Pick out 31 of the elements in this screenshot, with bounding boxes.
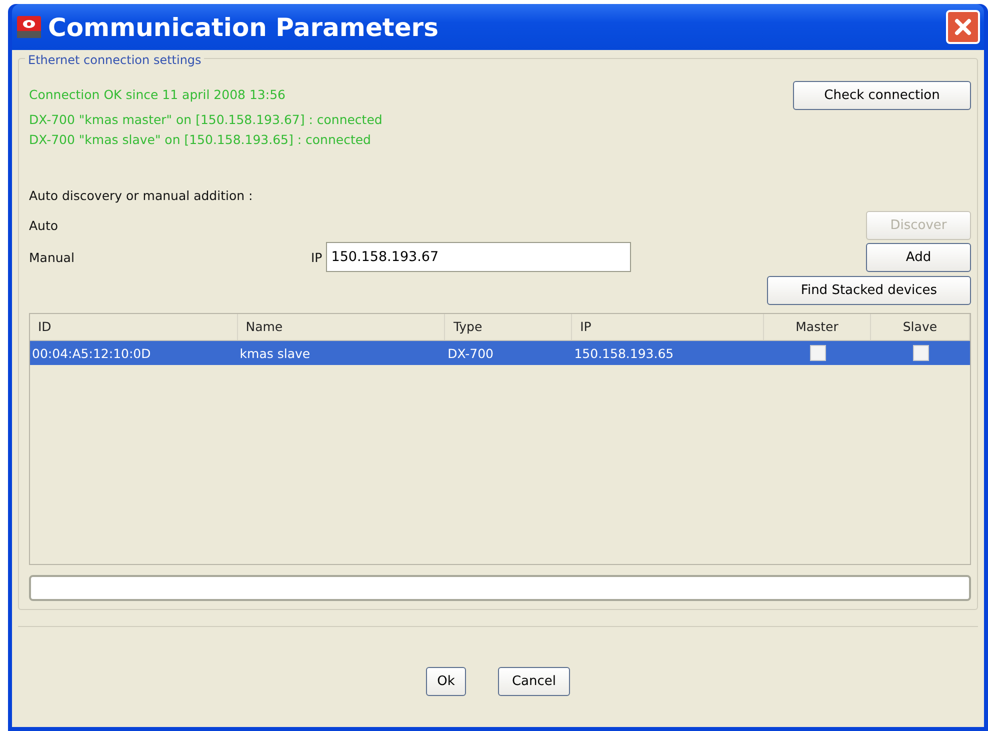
slave-checkbox[interactable] (912, 345, 929, 361)
column-header[interactable]: Master (764, 314, 871, 340)
column-header[interactable]: Slave (870, 314, 970, 340)
status-text: Connection OK since 11 april 2008 13:56 (29, 86, 286, 104)
ip-label: IP (311, 250, 322, 264)
cancel-button[interactable]: Cancel (498, 667, 570, 696)
column-header[interactable]: ID (30, 314, 238, 340)
table-cell-text: 150.158.193.65 (573, 346, 675, 360)
close-icon (953, 17, 973, 37)
add-button[interactable]: Add (866, 242, 971, 272)
app-icon (16, 15, 42, 39)
section-label: Auto discovery or manual addition : (29, 188, 254, 203)
find-stacked-devices-button[interactable]: Find Stacked devices (767, 276, 971, 305)
status-text: DX-700 "kmas master" on [150.158.193.67] : connected (29, 111, 382, 129)
close-button[interactable] (946, 10, 980, 44)
check-connection-button[interactable]: Check connection (793, 81, 971, 110)
auto-label: Auto (29, 218, 58, 233)
table-cell-text: 00:04:A5:12:10:0D (31, 346, 152, 360)
table-cell-text: kmas slave (238, 346, 312, 360)
manual-label: Manual (29, 250, 76, 264)
window-title: Communication Parameters (48, 12, 440, 42)
table-row[interactable]: 00:04:A5:12:10:0D kmas slave DX-700 150.158.193.65 (30, 341, 970, 365)
group-title: Ethernet connection settings (25, 53, 204, 67)
column-header[interactable]: IP (572, 314, 764, 340)
ok-button[interactable]: Ok (426, 667, 466, 696)
column-header[interactable]: Type (445, 314, 572, 340)
table-cell-text: DX-700 (446, 346, 494, 360)
ip-field[interactable]: 150.158.193.67 (326, 242, 632, 272)
status-text: DX-700 "kmas slave" on [150.158.193.65] : connected (29, 131, 372, 149)
column-header[interactable]: Name (238, 314, 446, 340)
master-checkbox[interactable] (810, 345, 826, 361)
